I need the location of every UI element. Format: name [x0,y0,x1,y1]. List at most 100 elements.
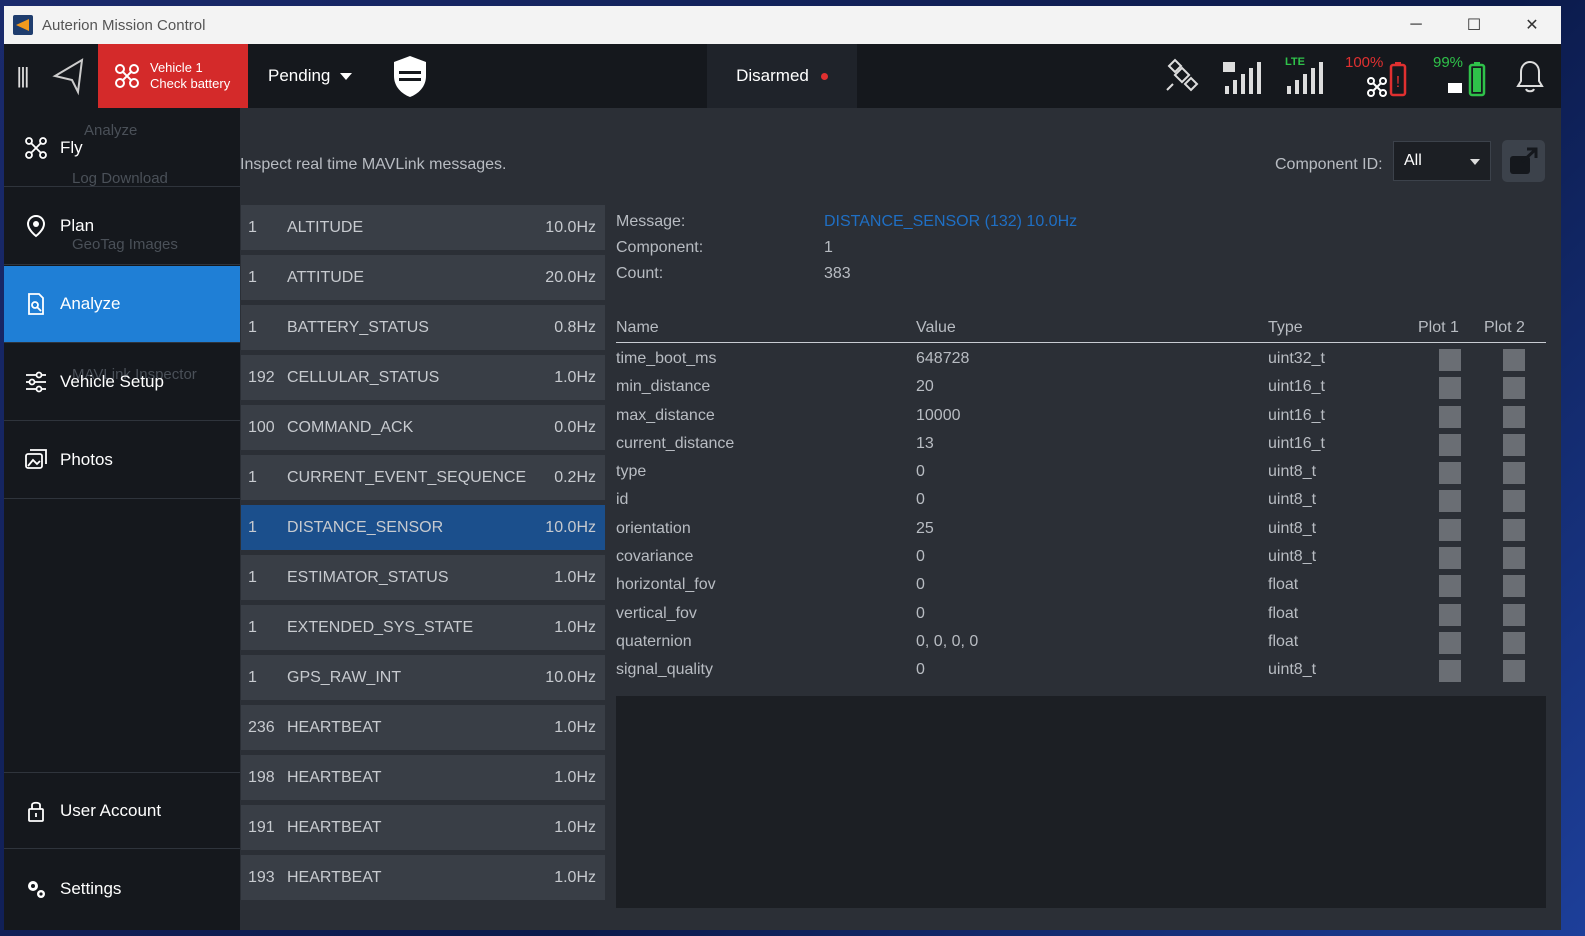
notification-bell-icon[interactable] [1513,44,1547,108]
shield-icon[interactable] [388,44,432,108]
message-row[interactable]: 1 ESTIMATOR_STATUS 1.0Hz [241,555,605,600]
flight-mode-dropdown[interactable]: Pending [268,66,388,86]
message-row-selected[interactable]: 1 DISTANCE_SENSOR 10.0Hz [241,505,605,550]
message-row[interactable]: 193 HEARTBEAT 1.0Hz [241,855,605,900]
plot1-checkbox[interactable] [1439,490,1461,513]
sidebar-item-user-account[interactable]: User Account [4,772,240,849]
plot2-checkbox[interactable] [1503,490,1525,513]
photos-icon [24,448,48,472]
message-row[interactable]: 191 HEARTBEAT 1.0Hz [241,805,605,850]
field-value: 0 [916,548,925,566]
message-component-id: 198 [248,768,275,786]
minimize-button[interactable]: ─ [1387,6,1445,44]
maximize-button[interactable]: ☐ [1445,6,1503,44]
plot2-checkbox[interactable] [1503,631,1525,654]
plot2-checkbox[interactable] [1503,660,1525,683]
sidebar-item-fly[interactable]: Fly [4,110,240,187]
column-header-type: Type [1268,319,1303,336]
menu-icon[interactable]: ||| [4,44,40,108]
window-title: Auterion Mission Control [42,16,206,34]
gps-satellite-icon[interactable] [1163,44,1203,108]
vehicle-status-button[interactable]: Vehicle 1 Check battery [98,44,248,108]
message-component-id: 1 [248,318,257,336]
plot2-checkbox[interactable] [1503,462,1525,485]
table-row: min_distance 20 uint16_t [616,373,1546,401]
plot2-checkbox[interactable] [1503,603,1525,626]
plot2-checkbox[interactable] [1503,547,1525,570]
message-rate: 1.0Hz [554,868,596,886]
message-row[interactable]: 1 ALTITUDE 10.0Hz [241,205,605,250]
lock-icon [24,799,48,823]
arm-status[interactable]: Disarmed [707,44,857,108]
table-row: current_distance 13 uint16_t [616,430,1546,458]
plot1-checkbox[interactable] [1439,462,1461,485]
table-row: signal_quality 0 uint8_t [616,656,1546,684]
plot2-checkbox[interactable] [1503,377,1525,400]
component-id-select[interactable]: All [1393,141,1491,181]
plot1-checkbox[interactable] [1439,547,1461,570]
navigation-arrow-icon[interactable] [40,44,98,108]
svg-text:!: ! [1396,74,1400,91]
gear-icon [24,877,48,901]
vehicle-battery-percent: 100% [1345,54,1384,71]
sliders-icon [24,370,48,394]
plot2-checkbox[interactable] [1503,433,1525,456]
sidebar-item-photos[interactable]: Photos [4,422,240,499]
message-component-id: 193 [248,868,275,886]
plot1-checkbox[interactable] [1439,377,1461,400]
plot1-checkbox[interactable] [1439,660,1461,683]
plot2-checkbox[interactable] [1503,349,1525,371]
close-button[interactable]: ✕ [1503,6,1561,44]
plot1-checkbox[interactable] [1439,433,1461,456]
fields-table: time_boot_ms 648728 uint32_t min_distance 2… [616,345,1546,685]
status-dot-icon [820,72,828,80]
sidebar-item-vehicle-setup[interactable]: Vehicle Setup [4,344,240,421]
lte-signal-icon[interactable]: LTE [1283,44,1327,108]
controller-battery-indicator[interactable]: 99% [1433,44,1495,108]
column-header-plot1: Plot 1 [1418,319,1459,336]
message-meta: Message: DISTANCE_SENSOR (132) 10.0Hz Co… [616,205,1546,295]
plot1-checkbox[interactable] [1439,405,1461,428]
field-value: 0 [916,491,925,509]
message-row[interactable]: 198 HEARTBEAT 1.0Hz [241,755,605,800]
message-row[interactable]: 100 COMMAND_ACK 0.0Hz [241,405,605,450]
app-logo-icon [13,15,33,35]
field-type: uint16_t [1268,406,1325,424]
drone-alert-icon [115,64,139,88]
lte-label: LTE [1285,56,1305,68]
message-row[interactable]: 1 BATTERY_STATUS 0.8Hz [241,305,605,350]
message-row[interactable]: 1 GPS_RAW_INT 10.0Hz [241,655,605,700]
field-type: uint8_t [1268,519,1317,537]
plot2-checkbox[interactable] [1503,518,1525,541]
vehicle-battery-indicator[interactable]: 100% ! [1345,44,1415,108]
mavlink-inspector-panel: Inspect real time MAVLink messages. Comp… [240,108,1561,930]
map-pin-icon [24,214,48,238]
plot1-checkbox[interactable] [1439,349,1461,371]
field-type: uint8_t [1268,661,1317,679]
message-row[interactable]: 1 CURRENT_EVENT_SEQUENCE 0.2Hz [241,455,605,500]
message-row[interactable]: 1 EXTENDED_SYS_STATE 1.0Hz [241,605,605,650]
message-row[interactable]: 1 ATTITUDE 20.0Hz [241,255,605,300]
table-row: orientation 25 uint8_t [616,515,1546,543]
plot1-checkbox[interactable] [1439,575,1461,598]
plot1-checkbox[interactable] [1439,631,1461,654]
plot2-checkbox[interactable] [1503,405,1525,428]
table-row: type 0 uint8_t [616,458,1546,486]
message-rate: 20.0Hz [545,268,596,286]
field-name: current_distance [616,434,735,452]
popout-window-button[interactable] [1502,140,1545,182]
rc-signal-icon[interactable] [1221,44,1265,108]
message-rate: 10.0Hz [545,668,596,686]
plot1-checkbox[interactable] [1439,518,1461,541]
sidebar-item-analyze[interactable]: Analyze [4,266,240,343]
plot2-checkbox[interactable] [1503,575,1525,598]
table-row: quaternion 0, 0, 0, 0 float [616,628,1546,656]
sidebar-item-settings[interactable]: Settings [4,850,240,927]
plot-area [616,696,1546,908]
plot1-checkbox[interactable] [1439,603,1461,626]
sidebar-item-plan[interactable]: Plan [4,188,240,265]
field-name: covariance [616,548,694,566]
message-row[interactable]: 192 CELLULAR_STATUS 1.0Hz [241,355,605,400]
field-type: uint8_t [1268,463,1317,481]
message-row[interactable]: 236 HEARTBEAT 1.0Hz [241,705,605,750]
